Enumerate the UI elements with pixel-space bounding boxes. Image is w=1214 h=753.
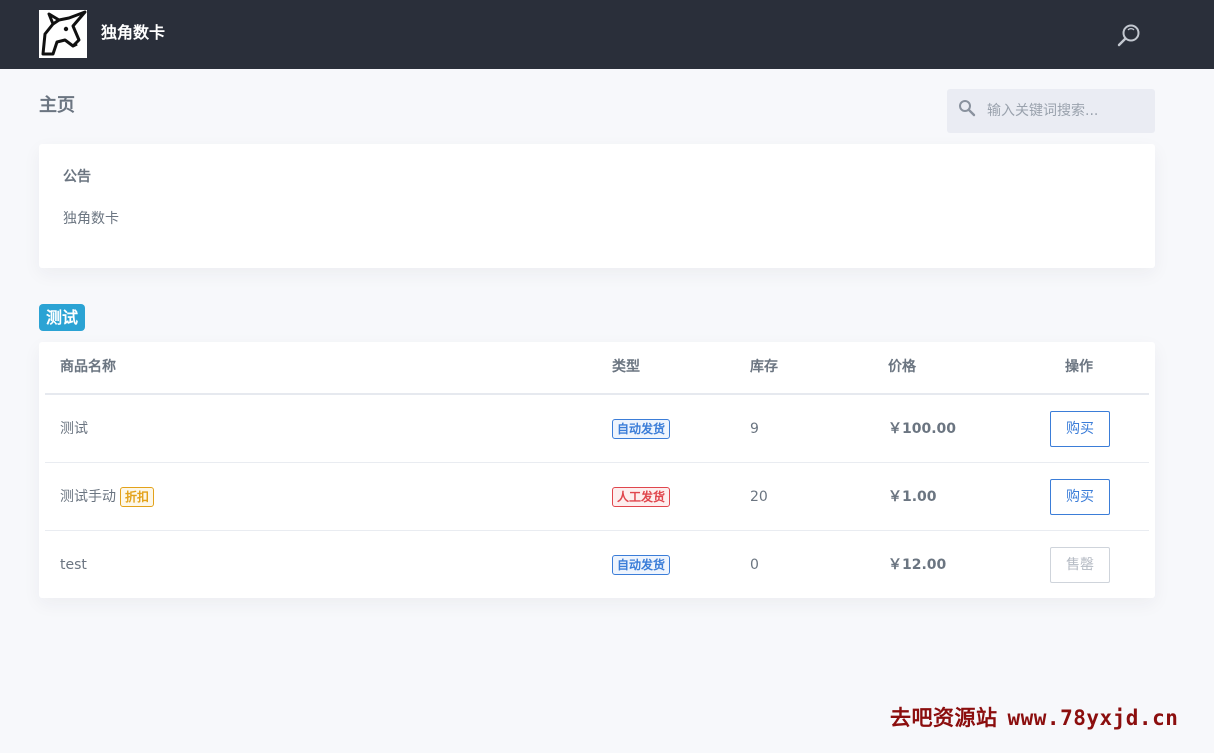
product-name[interactable]: test xyxy=(60,555,87,575)
page-title: 主页 xyxy=(39,95,75,116)
header-price: 价格 xyxy=(888,359,916,375)
price-value: ￥1.00 xyxy=(888,489,937,505)
auto-delivery-tag: 自动发货 xyxy=(612,419,671,439)
stock-value: 9 xyxy=(750,421,759,437)
buy-button[interactable]: 购买 xyxy=(1050,411,1110,447)
stock-value: 0 xyxy=(750,557,759,573)
search-input[interactable] xyxy=(987,89,1147,133)
table-row: 测试 自动发货 9 ￥100.00 购买 xyxy=(45,395,1149,463)
manual-delivery-tag: 人工发货 xyxy=(612,487,671,507)
unicorn-logo-icon[interactable] xyxy=(39,10,87,58)
auto-delivery-tag: 自动发货 xyxy=(612,555,671,575)
top-navbar: 独角数卡 xyxy=(0,0,1214,69)
product-name[interactable]: 测试 xyxy=(60,419,88,439)
notice-title: 公告 xyxy=(63,169,91,185)
watermark: 去吧资源站 www.78yxjd.cn xyxy=(890,702,1178,732)
table-row: test 自动发货 0 ￥12.00 售罄 xyxy=(45,531,1149,599)
table-header: 商品名称 类型 库存 价格 操作 xyxy=(45,342,1149,395)
header-stock: 库存 xyxy=(750,359,778,375)
watermark-url: www.78yxjd.cn xyxy=(1007,706,1179,730)
product-name[interactable]: 测试手动 xyxy=(60,489,116,505)
sold-out-button: 售罄 xyxy=(1050,547,1110,583)
search-box xyxy=(947,89,1155,133)
search-icon xyxy=(958,99,976,117)
header-type: 类型 xyxy=(612,359,640,375)
search-icon[interactable] xyxy=(1116,22,1142,48)
header-action: 操作 xyxy=(1065,359,1093,375)
table-row: 测试手动 折扣 人工发货 20 ￥1.00 购买 xyxy=(45,463,1149,531)
product-table: 商品名称 类型 库存 价格 操作 测试 自动发货 9 ￥100.00 购买 测试… xyxy=(39,342,1155,598)
discount-tag: 折扣 xyxy=(120,487,155,507)
watermark-name: 去吧资源站 xyxy=(890,706,998,730)
notice-card: 公告 独角数卡 xyxy=(39,144,1155,268)
stock-value: 20 xyxy=(750,489,768,505)
header-name: 商品名称 xyxy=(60,359,116,375)
notice-body: 独角数卡 xyxy=(63,211,119,227)
buy-button[interactable]: 购买 xyxy=(1050,479,1110,515)
price-value: ￥100.00 xyxy=(888,421,957,437)
brand-name[interactable]: 独角数卡 xyxy=(101,22,165,44)
category-badge: 测试 xyxy=(39,304,86,331)
price-value: ￥12.00 xyxy=(888,557,947,573)
